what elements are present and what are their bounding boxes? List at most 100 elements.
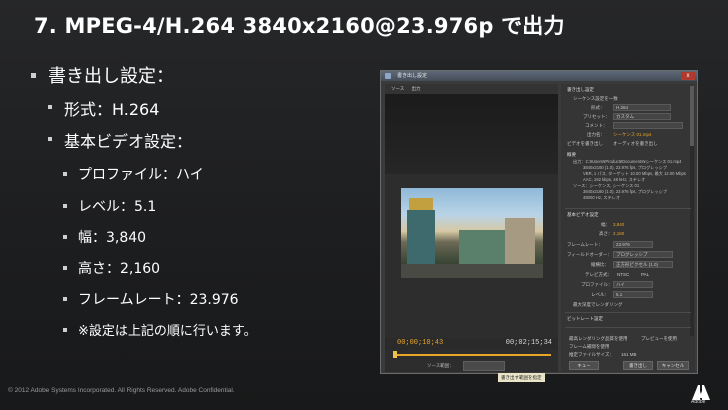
export-audio-checkbox[interactable]: オーディオを書き出し [613,141,658,147]
level-label: レベル： [591,292,609,297]
building-shape [459,230,505,268]
building-shape [407,210,435,270]
bullet-text: フレームレート：23.976 [78,292,239,308]
divider [565,327,691,328]
dialog-titlebar: 書き出し設定 x [381,71,697,81]
adobe-logo-text: Adobe [691,399,706,405]
cancel-button[interactable]: キャンセル [657,361,689,370]
bullet-marker [63,297,67,301]
bullet-marker [63,235,67,239]
video-preview-image [401,188,543,278]
scrollbar-thumb[interactable] [690,86,694,146]
bullet-format: 形式：H.264 [48,96,160,120]
field-order-value: プログレッシブ [616,252,648,257]
match-sequence-checkbox[interactable]: シーケンス設定を一致 [573,96,618,102]
app-icon [385,73,391,79]
tab-output[interactable]: 出力 [412,86,421,91]
playhead-handle[interactable] [393,351,397,358]
level-value: 5.1 [616,292,623,297]
bullet-marker [48,137,52,141]
profile-label: プロファイル： [581,282,613,287]
bullet-marker [63,328,67,332]
width-label: 幅： [601,222,610,227]
bullet-note: ※設定は上記の順に行います。 [63,320,257,339]
bullet-export-settings: 書き出し設定： [31,62,174,88]
duration-timecode: 00;02;15;34 [505,339,552,347]
comment-label: コメント： [585,123,608,128]
export-button[interactable]: 書き出し [623,361,653,370]
basic-video-header[interactable]: 基本ビデオ設定 [567,212,599,218]
preset-value: カスタム [616,114,634,119]
bullet-width: 幅：3,840 [63,227,147,247]
preset-label: プリセット： [583,114,610,119]
bullet-marker [63,266,67,270]
export-settings-dialog: 書き出し設定 x ソース 出力 00;00;10;43 00;02;15;34 … [380,70,698,382]
source-summary-line: 48000 Hz, ステレオ [583,195,621,200]
bullet-marker [48,105,52,109]
divider [565,208,691,209]
height-label: 高さ： [599,231,613,236]
timeline-track[interactable] [395,354,551,356]
slide-title: 7. MPEG-4/H.264 3840x2160@23.976p で出力 [34,14,565,38]
bullet-framerate: フレームレート：23.976 [63,289,239,309]
sign-shape [409,198,433,210]
profile-value: ハイ [616,282,625,287]
bullet-marker [63,204,67,208]
bullet-text: 書き出し設定： [48,66,174,87]
bullet-marker [63,172,67,176]
field-order-label: フィールドオーダー： [567,252,612,257]
format-value: H.264 [616,105,629,110]
copyright-footer: © 2012 Adobe Systems Incorporated. All R… [8,387,235,394]
bullet-marker [31,73,36,78]
bullet-text: ※設定は上記の順に行います。 [78,324,257,339]
bullet-text: 基本ビデオ設定： [64,132,193,151]
dialog-title: 書き出し設定 [397,73,428,79]
bitrate-header[interactable]: ビットレート設定 [567,316,603,322]
current-timecode[interactable]: 00;00;10;43 [397,339,443,347]
comment-input[interactable] [613,122,683,129]
dark-letterbox [385,94,558,174]
divider [565,312,691,313]
bullet-text: 幅：3,840 [78,230,147,246]
output-name-link[interactable]: シーケンス 01.mp4 [613,132,652,138]
tv-ntsc-radio[interactable]: NTSC [617,272,629,277]
tv-pal-radio[interactable]: PAL [641,272,649,277]
bullet-level: レベル：5.1 [63,196,157,216]
bullet-text: レベル：5.1 [78,199,157,215]
framerate-label: フレームレート： [567,242,603,247]
use-previews-checkbox[interactable]: プレビューを使用 [641,336,677,342]
width-value[interactable]: 3,840 [613,222,624,227]
preview-pane: ソース 出力 00;00;10;43 00;02;15;34 ソース範囲： 書き… [385,84,558,382]
bullet-text: 高さ：2,160 [78,261,161,277]
aspect-label: 縦横比： [591,262,609,267]
queue-button[interactable]: キュー [569,361,599,370]
export-video-checkbox[interactable]: ビデオを書き出し [567,141,603,147]
bullet-text: プロファイル：ハイ [78,167,204,183]
close-icon[interactable]: x [681,72,695,80]
settings-pane: 書き出し設定 シーケンス設定を一致 形式： H.264 プリセット： カスタム … [561,84,695,372]
source-range-select[interactable] [463,361,505,371]
tab-source[interactable]: ソース [391,86,404,91]
height-value[interactable]: 2,160 [613,231,624,236]
road-shape [401,264,543,278]
source-range-label: ソース範囲： [427,363,454,368]
max-quality-checkbox[interactable]: 最高レンダリング品質を使用 [569,336,628,342]
building-shape [505,218,535,268]
range-tooltip: 書き出す範囲を指定 [498,373,545,382]
aspect-value: 正方形ピクセル (1.0) [616,262,659,267]
summary-header[interactable]: 概要 [567,152,576,158]
preview-tabs: ソース 出力 [385,84,558,94]
bullet-height: 高さ：2,160 [63,258,161,278]
max-depth-checkbox[interactable]: 最大深度でレンダリング [573,302,623,308]
frame-blend-checkbox[interactable]: フレーム補間を使用 [569,344,609,350]
bullet-text: 形式：H.264 [64,100,160,119]
bullet-basic-video: 基本ビデオ設定： [48,128,193,152]
file-size-label: 推定ファイルサイズ： [569,352,614,357]
file-size-value: 161 MB [621,352,637,357]
bullet-profile: プロファイル：ハイ [63,164,204,184]
export-settings-header[interactable]: 書き出し設定 [567,87,594,93]
output-name-label: 出力名： [587,132,605,137]
format-label: 形式： [591,105,605,110]
framerate-value: 23.976 [616,242,630,247]
tv-standard-label: テレビ方式： [585,272,612,277]
